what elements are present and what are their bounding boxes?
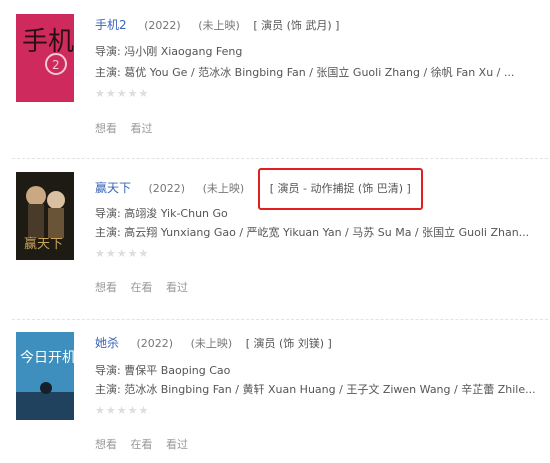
want-to-watch-link[interactable]: 想看 <box>95 281 117 294</box>
watched-link[interactable]: 看过 <box>166 281 188 294</box>
poster-title-text: 今日开机 <box>20 350 74 366</box>
rating-stars[interactable]: ★★★★★ <box>95 87 149 100</box>
watching-link[interactable]: 在看 <box>131 438 153 451</box>
action-links: 想看 看过 <box>95 120 163 136</box>
svg-text:2: 2 <box>52 58 60 72</box>
movie-title-link[interactable]: 手机2 <box>95 18 127 32</box>
poster-image[interactable]: 手机 2 <box>16 14 74 102</box>
role-info: [ 演员 (饰 武月) ] <box>253 19 340 32</box>
rating-stars[interactable]: ★★★★★ <box>95 247 149 260</box>
poster-image[interactable]: 赢天下 <box>16 172 74 260</box>
poster-title-text: 赢天下 <box>24 236 63 252</box>
watched-link[interactable]: 看过 <box>131 122 153 135</box>
movie-title-line: 赢天下 (2022) (未上映) [ 演员 - 动作捕捉 (饰 巴清) ] <box>95 168 423 210</box>
director-line: 导演: 曹保平 Baoping Cao <box>95 364 231 377</box>
poster-image[interactable]: 今日开机 <box>16 332 74 420</box>
movie-item: 今日开机 她杀 (2022) (未上映) [ 演员 (饰 刘镁) ] 导演: 曹… <box>0 320 550 463</box>
role-info: [ 演员 (饰 刘镁) ] <box>245 337 332 350</box>
role-info-highlighted: [ 演员 - 动作捕捉 (饰 巴清) ] <box>257 168 423 210</box>
movie-item: 赢天下 赢天下 (2022) (未上映) [ 演员 - 动作捕捉 (饰 巴清) … <box>0 160 550 320</box>
director-line: 导演: 冯小刚 Xiaogang Feng <box>95 45 243 58</box>
watching-link[interactable]: 在看 <box>131 281 153 294</box>
cast-line: 主演: 高云翔 Yunxiang Gao / 严屹宽 Yikuan Yan / … <box>95 226 530 239</box>
cast-line: 主演: 葛优 You Ge / 范冰冰 Bingbing Fan / 张国立 G… <box>95 66 515 79</box>
movie-item: 手机 2 手机2 (2022) (未上映) [ 演员 (饰 武月) ] 导演: … <box>0 0 550 158</box>
movie-title-line: 她杀 (2022) (未上映) [ 演员 (饰 刘镁) ] <box>95 334 332 351</box>
watched-link[interactable]: 看过 <box>166 438 188 451</box>
movie-title-link[interactable]: 赢天下 <box>95 181 131 195</box>
action-links: 想看 在看 看过 <box>95 436 198 452</box>
poster-title-text: 手机 <box>22 27 74 57</box>
movie-year: (2022) <box>148 182 186 195</box>
want-to-watch-link[interactable]: 想看 <box>95 122 117 135</box>
rating-stars[interactable]: ★★★★★ <box>95 404 149 417</box>
movie-title-line: 手机2 (2022) (未上映) [ 演员 (饰 武月) ] <box>95 16 339 33</box>
director-line: 导演: 高翊浚 Yik-Chun Go <box>95 207 228 220</box>
release-status: (未上映) <box>202 182 245 195</box>
action-links: 想看 在看 看过 <box>95 279 198 295</box>
movie-title-link[interactable]: 她杀 <box>95 336 119 350</box>
cast-line: 主演: 范冰冰 Bingbing Fan / 黄轩 Xuan Huang / 王… <box>95 383 535 396</box>
movie-year: (2022) <box>144 19 181 32</box>
release-status: (未上映) <box>190 337 233 350</box>
release-status: (未上映) <box>198 19 240 32</box>
movie-year: (2022) <box>136 337 174 350</box>
want-to-watch-link[interactable]: 想看 <box>95 438 117 451</box>
